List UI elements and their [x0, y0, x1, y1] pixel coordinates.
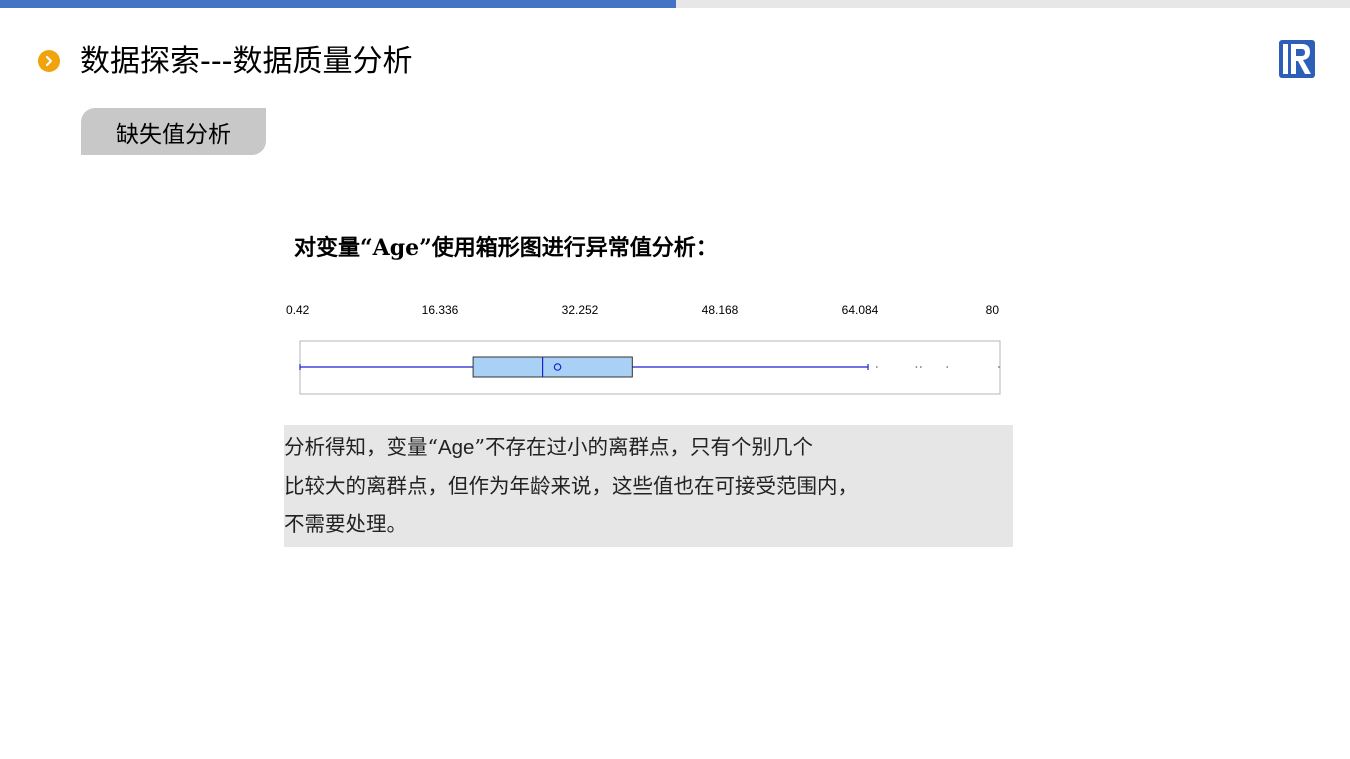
tick-label: 16.336 [422, 303, 459, 317]
outlier-point [876, 366, 878, 368]
note-line-1-post: ”不存在过小的离群点，只有个别几个 [474, 435, 813, 459]
tick-label: 48.168 [702, 303, 739, 317]
outlier-point [920, 366, 922, 368]
top-grey-bar [676, 0, 1350, 8]
chevron-right-circle-icon [38, 50, 60, 72]
top-accent-bar [0, 0, 676, 8]
age-boxplot: 0.42 16.336 32.252 48.168 64.084 80 [286, 303, 1001, 395]
note-line-1: 分析得知，变量“Age”不存在过小的离群点，只有个别几个 [284, 428, 1013, 467]
tick-label: 80 [986, 303, 1000, 317]
note-line-1-pre: 分析得知，变量“ [284, 435, 438, 459]
note-line-2: 比较大的离群点，但作为年龄来说，这些值也在可接受范围内， [284, 474, 858, 498]
analysis-note: 分析得知，变量“Age”不存在过小的离群点，只有个别几个 比较大的离群点，但作为… [284, 425, 1013, 547]
iqr-box [472, 356, 633, 378]
tick-label: 64.084 [842, 303, 879, 317]
note-variable: Age [437, 436, 475, 459]
outlier-point [915, 366, 918, 368]
tick-label: 0.42 [286, 303, 310, 317]
page-title: 数据探索---数据质量分析 [80, 44, 413, 79]
tick-label: 32.252 [562, 303, 599, 317]
outlier-point [998, 366, 1000, 368]
raqsoft-logo-icon [1278, 39, 1316, 79]
chart-heading: 对变量“Age”使用箱形图进行异常值分析： [294, 235, 718, 261]
section-badge: 缺失值分析 [81, 108, 266, 155]
outlier-point [946, 366, 949, 368]
note-line-3: 不需要处理。 [284, 512, 407, 536]
